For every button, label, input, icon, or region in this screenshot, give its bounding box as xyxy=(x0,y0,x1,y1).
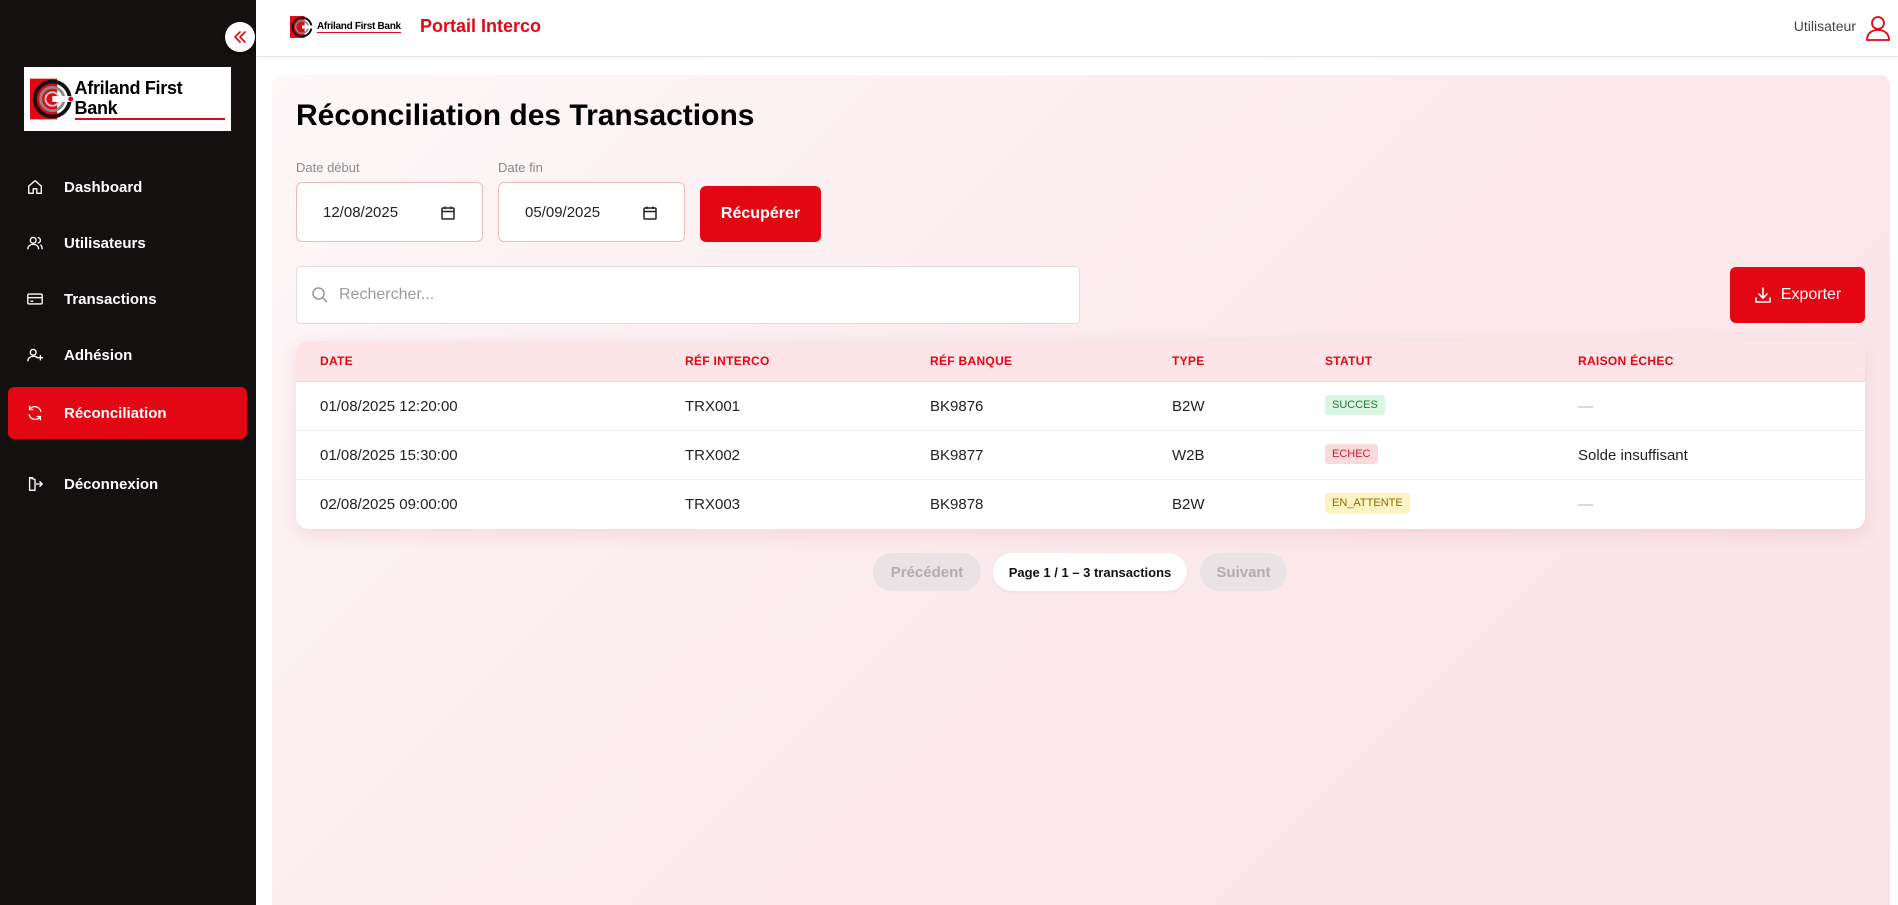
chevrons-left-icon xyxy=(232,29,248,45)
status-badge: EN_ATTENTE xyxy=(1325,493,1410,513)
bank-logo-icon xyxy=(290,16,314,38)
sidebar-item-label: Réconciliation xyxy=(64,404,167,422)
export-button[interactable]: Exporter xyxy=(1730,267,1865,323)
user-label[interactable]: Utilisateur xyxy=(1794,18,1856,34)
sidebar-item-transactions[interactable]: Transactions xyxy=(8,273,247,325)
column-header-raison-echec[interactable]: RAISON ÉCHEC xyxy=(1578,354,1674,368)
calendar-icon[interactable] xyxy=(642,205,658,225)
start-date-input[interactable]: 12/08/2025 xyxy=(296,182,483,242)
header-logo-text: Afriland First Bank xyxy=(317,21,401,33)
transactions-table: DATE RÉF INTERCO RÉF BANQUE TYPE STATUT … xyxy=(296,341,1865,529)
collapse-sidebar-button[interactable] xyxy=(225,22,255,52)
sidebar-item-utilisateurs[interactable]: Utilisateurs xyxy=(8,217,247,269)
logout-icon xyxy=(25,474,45,494)
sidebar-item-deconnexion[interactable]: Déconnexion xyxy=(8,458,247,510)
cell-date: 02/08/2025 09:00:00 xyxy=(320,496,458,513)
sidebar: Afriland First Bank Dashboard Utilisateu… xyxy=(0,0,256,905)
column-header-date[interactable]: DATE xyxy=(320,354,353,368)
cell-raison: — xyxy=(1578,496,1593,513)
previous-page-button[interactable]: Précédent xyxy=(873,553,981,591)
table-row[interactable]: 01/08/2025 15:30:00 TRX002 BK9877 W2B EC… xyxy=(296,431,1865,480)
user-plus-icon xyxy=(25,345,45,365)
calendar-icon[interactable] xyxy=(440,205,456,225)
sidebar-item-label: Transactions xyxy=(64,290,157,308)
table-row[interactable]: 01/08/2025 12:20:00 TRX001 BK9876 B2W SU… xyxy=(296,382,1865,431)
page-title: Réconciliation des Transactions xyxy=(296,99,755,132)
column-header-ref-banque[interactable]: RÉF BANQUE xyxy=(930,354,1012,368)
table-row[interactable]: 02/08/2025 09:00:00 TRX003 BK9878 B2W EN… xyxy=(296,480,1865,529)
cell-type: B2W xyxy=(1172,398,1205,415)
download-icon xyxy=(1754,286,1772,304)
fetch-button[interactable]: Récupérer xyxy=(700,186,821,242)
status-badge: SUCCES xyxy=(1325,395,1385,415)
cell-date: 01/08/2025 15:30:00 xyxy=(320,447,458,464)
start-date-value: 12/08/2025 xyxy=(323,203,399,221)
next-page-button[interactable]: Suivant xyxy=(1200,553,1287,591)
cell-ref-interco: TRX003 xyxy=(685,496,741,513)
header-logo: Afriland First Bank xyxy=(289,15,401,39)
column-header-ref-interco[interactable]: RÉF INTERCO xyxy=(685,354,770,368)
sidebar-logo: Afriland First Bank xyxy=(24,67,231,131)
bank-logo-icon xyxy=(30,78,75,120)
search-icon xyxy=(311,286,329,304)
sidebar-item-label: Utilisateurs xyxy=(64,234,146,252)
sidebar-item-reconciliation[interactable]: Réconciliation xyxy=(8,387,247,439)
credit-card-icon xyxy=(25,289,45,309)
cell-raison: — xyxy=(1578,398,1593,415)
table-header: DATE RÉF INTERCO RÉF BANQUE TYPE STATUT … xyxy=(296,341,1865,382)
sidebar-item-dashboard[interactable]: Dashboard xyxy=(8,161,247,213)
cell-ref-interco: TRX001 xyxy=(685,398,741,415)
cell-type: B2W xyxy=(1172,496,1205,513)
export-label: Exporter xyxy=(1780,286,1842,303)
cell-ref-banque: BK9876 xyxy=(930,398,984,415)
main-content: Réconciliation des Transactions Date déb… xyxy=(272,75,1890,905)
cell-ref-interco: TRX002 xyxy=(685,447,741,464)
end-date-label: Date fin xyxy=(498,160,543,175)
top-bar: Afriland First Bank Portail Interco Util… xyxy=(256,0,1898,57)
status-badge: ECHEC xyxy=(1325,444,1378,464)
cell-ref-banque: BK9878 xyxy=(930,496,984,513)
users-icon xyxy=(25,233,45,253)
cell-ref-banque: BK9877 xyxy=(930,447,984,464)
sidebar-item-label: Déconnexion xyxy=(64,475,159,493)
sidebar-item-label: Adhésion xyxy=(64,346,133,364)
search-input[interactable]: Rechercher... xyxy=(296,266,1080,324)
sidebar-logo-text: Afriland First Bank xyxy=(74,78,225,120)
cell-raison: Solde insuffisant xyxy=(1578,447,1688,464)
refresh-icon xyxy=(25,403,45,423)
search-placeholder: Rechercher... xyxy=(339,286,435,303)
app-title: Portail Interco xyxy=(420,16,542,36)
start-date-label: Date début xyxy=(296,160,360,175)
sidebar-item-label: Dashboard xyxy=(64,178,143,196)
sidebar-item-adhesion[interactable]: Adhésion xyxy=(8,329,247,381)
column-header-statut[interactable]: STATUT xyxy=(1325,354,1372,368)
user-icon[interactable] xyxy=(1864,14,1892,42)
column-header-type[interactable]: TYPE xyxy=(1172,354,1205,368)
end-date-input[interactable]: 05/09/2025 xyxy=(498,182,685,242)
pagination-info: Page 1 / 1 – 3 transactions xyxy=(993,553,1187,591)
cell-type: W2B xyxy=(1172,447,1205,464)
home-icon xyxy=(25,177,45,197)
cell-date: 01/08/2025 12:20:00 xyxy=(320,398,458,415)
end-date-value: 05/09/2025 xyxy=(525,203,601,221)
